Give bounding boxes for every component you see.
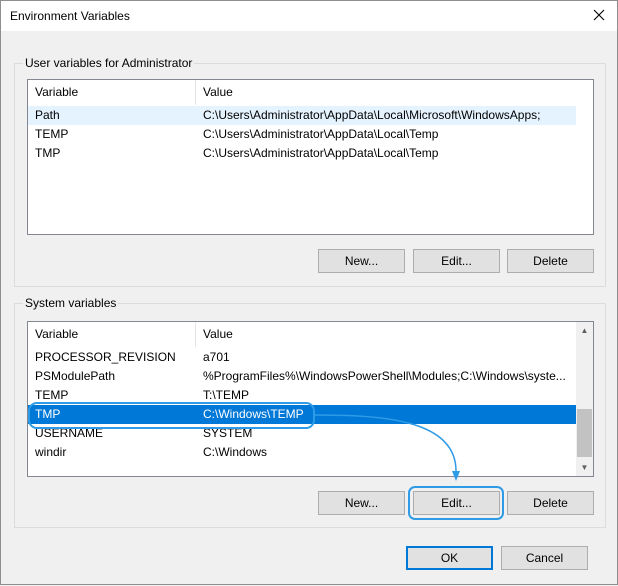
vertical-scrollbar[interactable]: ▲ ▼ (576, 322, 593, 476)
table-row-selected[interactable]: TMP C:\Windows\TEMP (28, 405, 576, 424)
user-new-button[interactable]: New... (318, 249, 405, 273)
system-new-button[interactable]: New... (318, 491, 405, 515)
variable-name: TMP (35, 146, 61, 160)
table-row[interactable]: TEMP C:\Users\Administrator\AppData\Loca… (28, 125, 576, 144)
variable-name: TMP (35, 407, 61, 421)
window-title: Environment Variables (10, 9, 130, 23)
table-row[interactable]: USERNAME SYSTEM (28, 424, 576, 443)
environment-variables-dialog: Environment Variables User variables for… (0, 0, 618, 585)
table-row[interactable]: windir C:\Windows (28, 443, 576, 462)
scroll-thumb[interactable] (577, 409, 592, 457)
user-variables-list[interactable]: Variable Value Path C:\Users\Administrat… (27, 79, 594, 235)
cancel-button[interactable]: Cancel (501, 546, 588, 570)
table-row[interactable]: TMP C:\Users\Administrator\AppData\Local… (28, 144, 576, 163)
variable-value: C:\Windows (203, 445, 268, 459)
variable-name: TEMP (35, 388, 69, 402)
scroll-down-icon[interactable]: ▼ (576, 459, 593, 476)
list-header: Variable Value (28, 322, 593, 347)
variable-value: C:\Users\Administrator\AppData\Local\Tem… (203, 127, 439, 141)
variable-name: windir (35, 445, 67, 459)
user-delete-button[interactable]: Delete (507, 249, 594, 273)
variable-value: T:\TEMP (203, 388, 250, 402)
variable-value: SYSTEM (203, 426, 253, 440)
system-variables-label: System variables (23, 296, 119, 310)
column-header-variable[interactable]: Variable (28, 80, 196, 105)
variable-value: C:\Windows\TEMP (203, 407, 304, 421)
title-bar: Environment Variables (1, 1, 617, 31)
table-row[interactable]: PSModulePath %ProgramFiles%\WindowsPower… (28, 367, 576, 386)
column-header-value[interactable]: Value (196, 322, 576, 347)
variable-name: PSModulePath (35, 369, 116, 383)
scroll-up-icon[interactable]: ▲ (576, 322, 593, 339)
variable-name: Path (35, 108, 60, 122)
column-header-variable[interactable]: Variable (28, 322, 196, 347)
variable-value: C:\Users\Administrator\AppData\Local\Mic… (203, 108, 541, 122)
system-edit-button[interactable]: Edit... (413, 491, 500, 515)
variable-name: USERNAME (35, 426, 104, 440)
column-header-value[interactable]: Value (196, 80, 576, 105)
user-variables-label: User variables for Administrator (23, 56, 195, 70)
variable-value: C:\Users\Administrator\AppData\Local\Tem… (203, 146, 439, 160)
variable-value: %ProgramFiles%\WindowsPowerShell\Modules… (203, 369, 566, 383)
variable-value: a701 (203, 350, 230, 364)
table-row[interactable]: Path C:\Users\Administrator\AppData\Loca… (28, 106, 576, 125)
table-row[interactable]: TEMP T:\TEMP (28, 386, 576, 405)
list-header: Variable Value (28, 80, 593, 105)
system-variables-group: System variables Variable Value PROCESSO… (14, 296, 606, 528)
close-icon[interactable] (591, 7, 607, 23)
user-variables-group: User variables for Administrator Variabl… (14, 56, 606, 287)
user-edit-button[interactable]: Edit... (413, 249, 500, 273)
system-delete-button[interactable]: Delete (507, 491, 594, 515)
system-variables-list[interactable]: Variable Value PROCESSOR_REVISION a701 P… (27, 321, 594, 477)
variable-name: TEMP (35, 127, 69, 141)
variable-name: PROCESSOR_REVISION (35, 350, 176, 364)
ok-button[interactable]: OK (406, 546, 493, 570)
table-row[interactable]: PROCESSOR_REVISION a701 (28, 348, 576, 367)
